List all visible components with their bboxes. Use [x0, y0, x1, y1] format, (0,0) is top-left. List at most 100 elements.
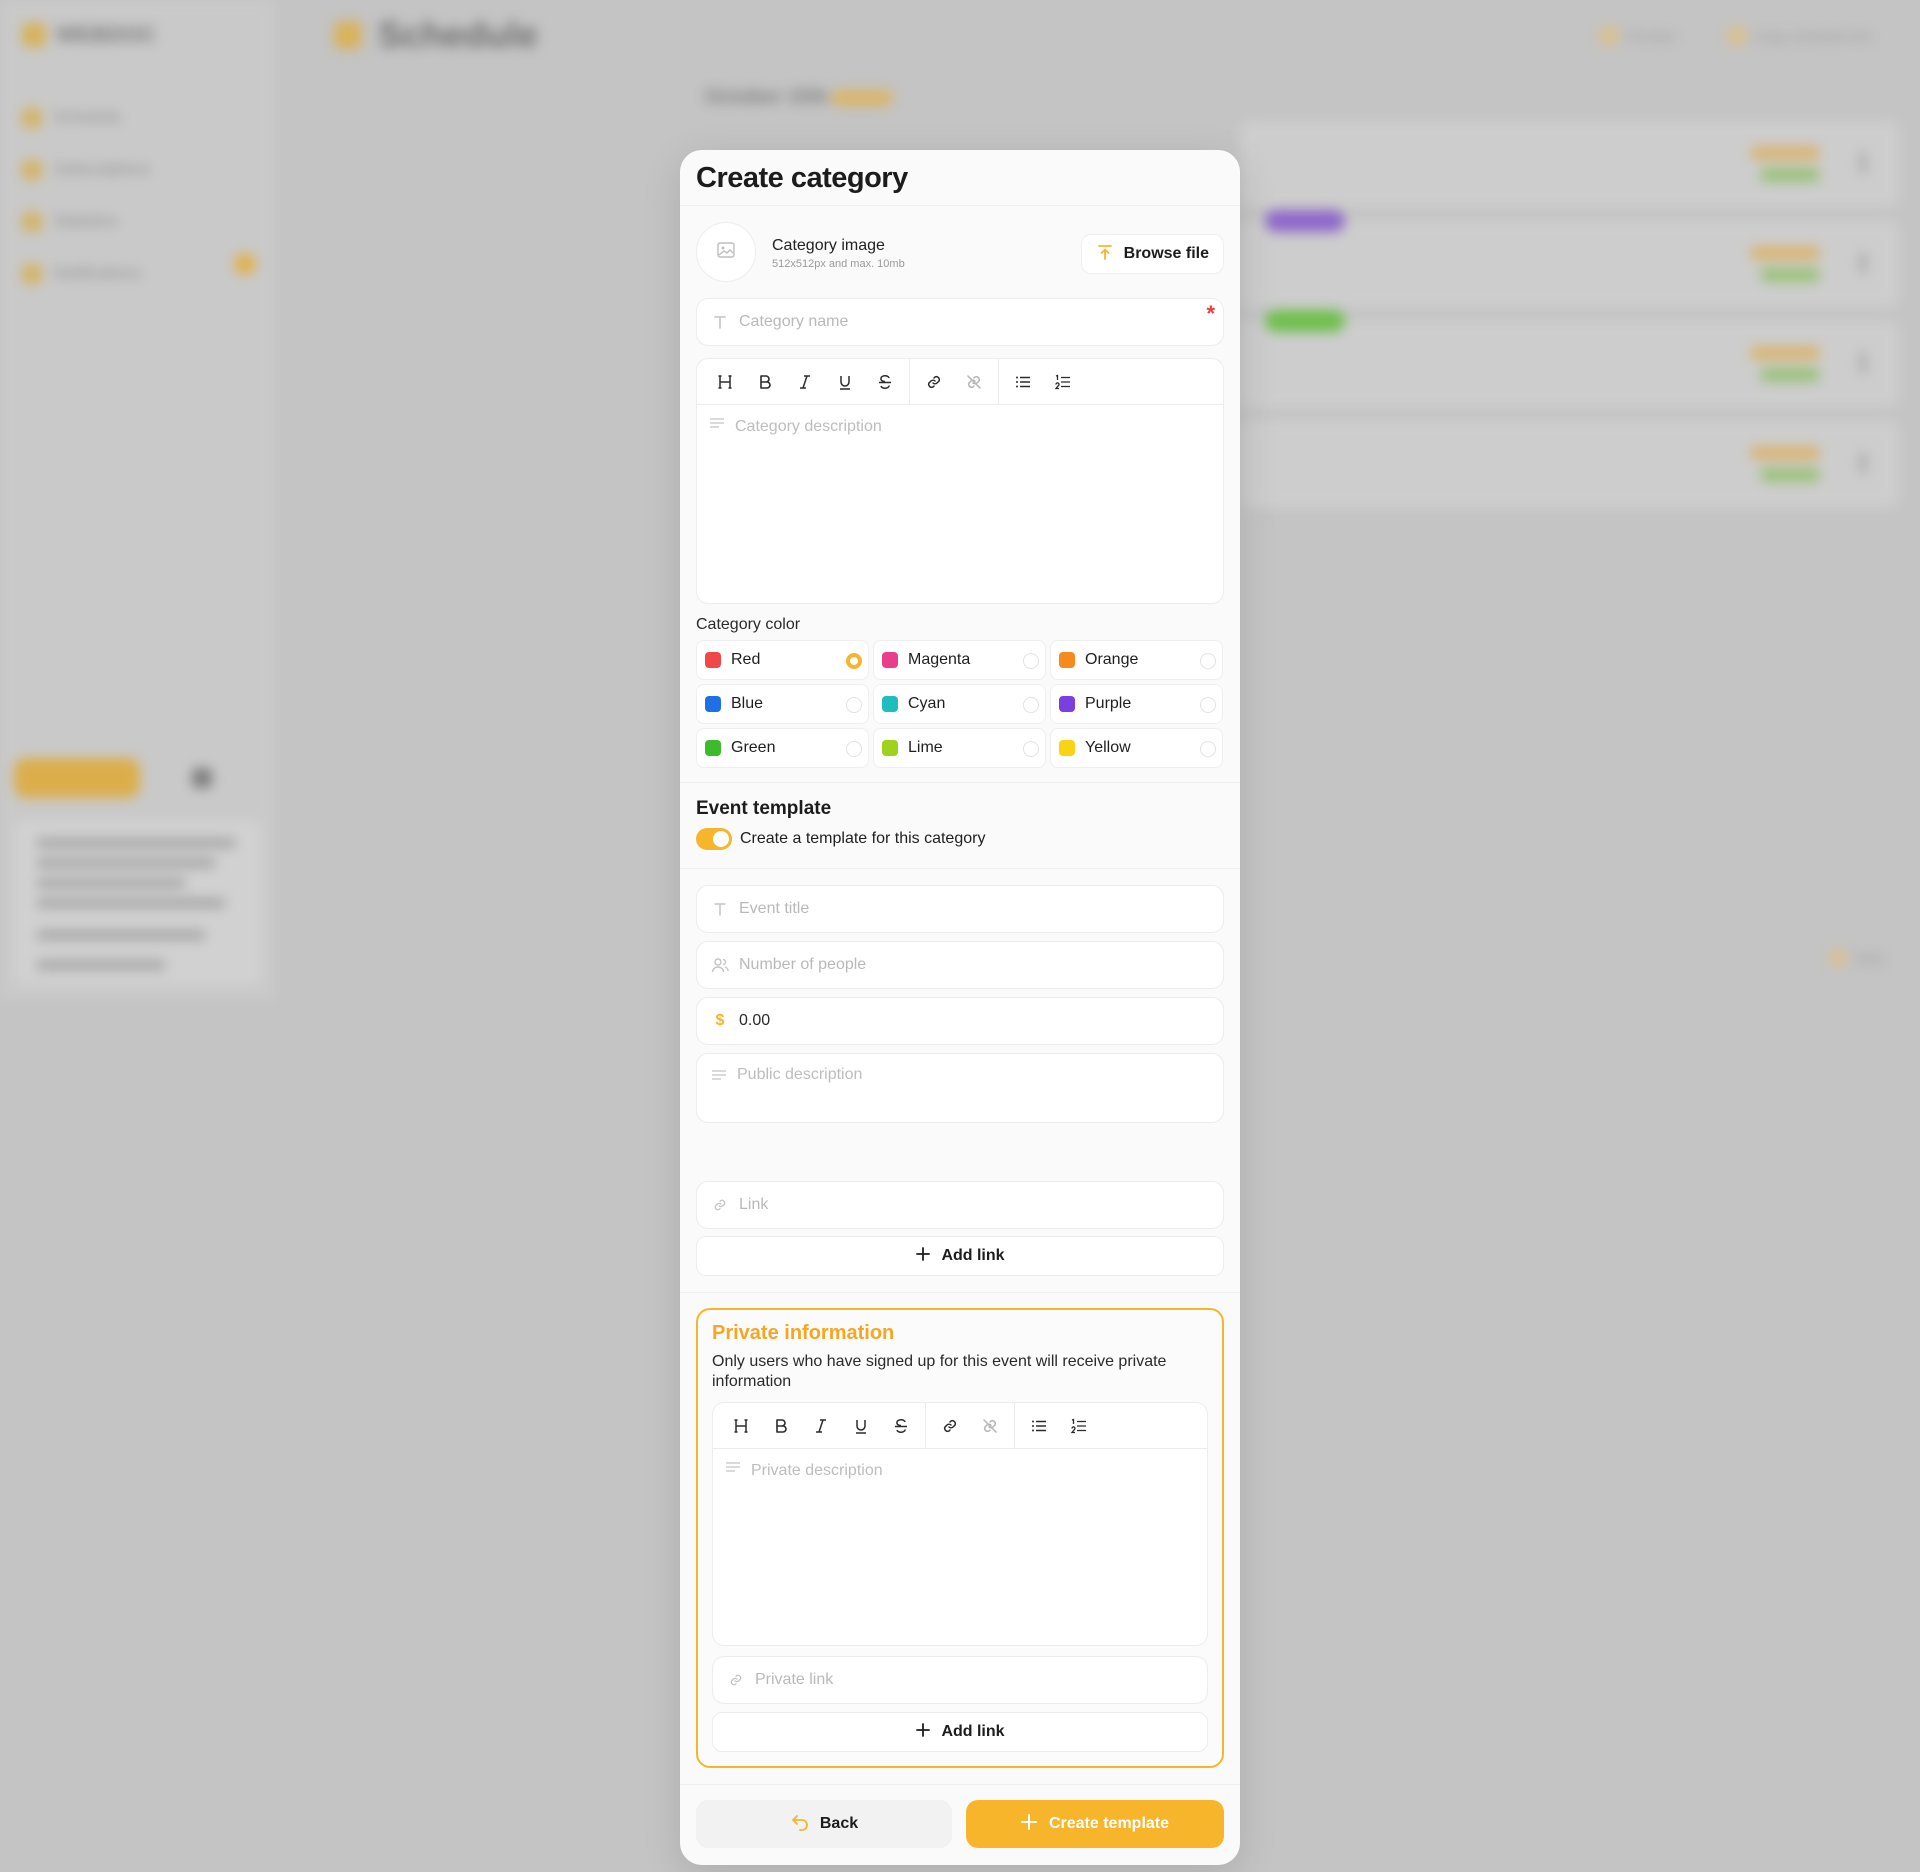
eye-icon [1600, 27, 1618, 45]
private-link-input[interactable]: Private link [712, 1656, 1208, 1704]
sidebar-item-notifications[interactable]: Notifications [22, 248, 150, 300]
add-private-link-button[interactable]: Add link [712, 1712, 1208, 1752]
sidebar-item-statistics[interactable]: Statistics [22, 196, 150, 248]
paragraph-icon [709, 417, 725, 436]
link-input[interactable]: Link [696, 1181, 1224, 1229]
category-image-placeholder[interactable] [696, 222, 756, 282]
plus-icon [915, 1722, 931, 1743]
color-radio[interactable] [846, 697, 862, 713]
public-description-input[interactable]: Public description [696, 1053, 1224, 1123]
color-option-label: Purple [1085, 695, 1132, 712]
color-option-red[interactable]: Red [696, 640, 869, 680]
numbered-list-icon[interactable] [1059, 1406, 1099, 1446]
event-row[interactable] [1240, 210, 1900, 308]
event-row[interactable] [1240, 310, 1900, 408]
strikethrough-icon[interactable] [865, 362, 905, 402]
color-option-label: Green [731, 739, 776, 756]
color-option-blue[interactable]: Blue [696, 684, 869, 724]
price-input[interactable]: $ 0.00 [696, 997, 1224, 1045]
strikethrough-icon[interactable] [881, 1406, 921, 1446]
plus-icon [1020, 1813, 1037, 1835]
color-option-cyan[interactable]: Cyan [873, 684, 1046, 724]
create-category-modal: Create category Category image 512x512px… [680, 150, 1240, 1865]
upload-icon [1096, 243, 1114, 266]
sidebar-item-schedule[interactable]: Schedule [22, 92, 150, 144]
event-row[interactable] [1240, 420, 1900, 508]
add-link-button[interactable]: Add link [696, 1236, 1224, 1276]
color-option-purple[interactable]: Purple [1050, 684, 1223, 724]
bold-icon[interactable] [761, 1406, 801, 1446]
logo-icon [22, 23, 46, 47]
category-description-editor[interactable]: Category description [696, 358, 1224, 604]
underline-icon[interactable] [841, 1406, 881, 1446]
unlink-icon[interactable] [970, 1406, 1010, 1446]
required-mark: * [1206, 301, 1215, 326]
heading-icon[interactable] [721, 1406, 761, 1446]
browse-file-button[interactable]: Browse file [1080, 234, 1224, 274]
notification-badge [235, 254, 255, 274]
copy-link-button[interactable]: Copy schedule link [1728, 24, 1872, 48]
color-radio[interactable] [1023, 697, 1039, 713]
grid-icon[interactable] [192, 768, 212, 788]
paragraph-icon [725, 1461, 741, 1480]
app-logo: WEBDOC [22, 22, 156, 48]
color-radio[interactable] [1023, 653, 1039, 669]
color-swatch [882, 652, 898, 668]
page-title: Schedule [334, 14, 538, 56]
link-icon [711, 1196, 729, 1214]
paragraph-icon [711, 1066, 727, 1110]
divider [680, 205, 1240, 206]
template-toggle[interactable] [696, 828, 732, 850]
color-radio[interactable] [846, 653, 862, 669]
event-title-input[interactable]: Event title [696, 885, 1224, 933]
color-option-magenta[interactable]: Magenta [873, 640, 1046, 680]
divider [680, 868, 1240, 869]
text-icon [711, 313, 729, 331]
sidebar-item-subscriptions[interactable]: Subscriptions [22, 144, 150, 196]
template-toggle-label: Create a template for this category [740, 830, 986, 847]
bullet-list-icon[interactable] [1019, 1406, 1059, 1446]
color-option-orange[interactable]: Orange [1050, 640, 1223, 680]
underline-icon[interactable] [825, 362, 865, 402]
bold-icon[interactable] [745, 362, 785, 402]
italic-icon[interactable] [801, 1406, 841, 1446]
link-icon[interactable] [914, 362, 954, 402]
star-icon [1830, 950, 1846, 966]
color-option-yellow[interactable]: Yellow [1050, 728, 1223, 768]
bullet-list-icon[interactable] [1003, 362, 1043, 402]
sidebar-action-button[interactable] [14, 758, 140, 798]
color-radio[interactable] [1200, 741, 1216, 757]
color-radio[interactable] [1200, 697, 1216, 713]
private-description-editor[interactable]: Private description [712, 1402, 1208, 1646]
category-color-label: Category color [696, 616, 801, 633]
chart-icon [22, 212, 42, 232]
date-label: October 15th [705, 86, 829, 108]
category-color-grid: Red Magenta Orange Blue Cyan Purple Green Lime Y… [696, 640, 1224, 768]
italic-icon[interactable] [785, 362, 825, 402]
link-icon[interactable] [930, 1406, 970, 1446]
number-of-people-input[interactable]: Number of people [696, 941, 1224, 989]
color-option-lime[interactable]: Lime [873, 728, 1046, 768]
event-row[interactable] [1240, 120, 1900, 208]
category-image-label: Category image [772, 237, 885, 254]
divider [680, 782, 1240, 783]
preview-button[interactable]: Preview [1600, 24, 1676, 48]
color-option-label: Blue [731, 695, 764, 712]
create-template-button[interactable]: Create template [966, 1800, 1224, 1848]
event-template-title: Event template [696, 798, 832, 819]
color-radio[interactable] [1200, 653, 1216, 669]
color-radio[interactable] [1023, 741, 1039, 757]
color-option-green[interactable]: Green [696, 728, 869, 768]
color-swatch [1059, 696, 1075, 712]
numbered-list-icon[interactable] [1043, 362, 1083, 402]
app-name: WEBDOC [56, 22, 157, 47]
editor-toolbar [713, 1403, 1207, 1449]
category-image-hint: 512x512px and max. 10mb [772, 258, 905, 270]
private-description-text: Only users who have signed up for this e… [712, 1353, 1167, 1390]
sidebar-nav: Schedule Subscriptions Statistics Notifi… [22, 92, 150, 300]
back-button[interactable]: Back [696, 1800, 952, 1848]
unlink-icon[interactable] [954, 362, 994, 402]
color-radio[interactable] [846, 741, 862, 757]
heading-icon[interactable] [705, 362, 745, 402]
category-name-input[interactable]: Category name * [696, 298, 1224, 346]
